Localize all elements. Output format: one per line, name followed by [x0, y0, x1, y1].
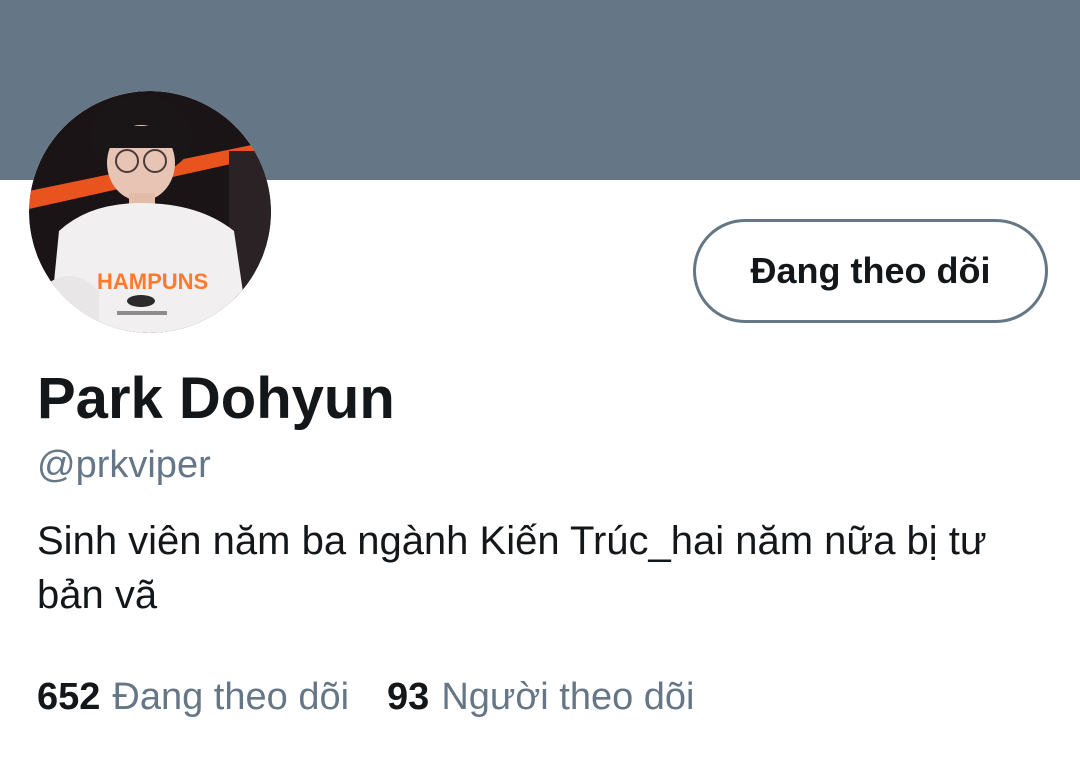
avatar-photo: HAMPUNS — [29, 91, 271, 333]
followers-count: 93 — [387, 676, 430, 718]
following-count: 652 — [37, 676, 101, 718]
profile-page: HAMPUNS Đang theo dõi Park Dohyun @prkvi… — [0, 0, 1080, 768]
profile-bio: Sinh viên năm ba ngành Kiến Trúc_hai năm… — [37, 519, 987, 617]
followers-label: Người theo dõi — [441, 676, 695, 718]
profile-avatar[interactable]: HAMPUNS — [29, 91, 271, 333]
following-label: Đang theo dõi — [112, 676, 350, 718]
profile-name: Park Dohyun — [37, 366, 395, 431]
followers-stat-link[interactable]: 93 Người theo dõi — [387, 674, 694, 720]
svg-text:HAMPUNS: HAMPUNS — [97, 269, 208, 294]
following-button[interactable]: Đang theo dõi — [693, 219, 1048, 323]
following-stat-link[interactable]: 652 Đang theo dõi — [37, 674, 349, 720]
profile-handle: @prkviper — [37, 444, 211, 486]
profile-stats: 652 Đang theo dõi 93 Người theo dõi — [37, 674, 733, 720]
